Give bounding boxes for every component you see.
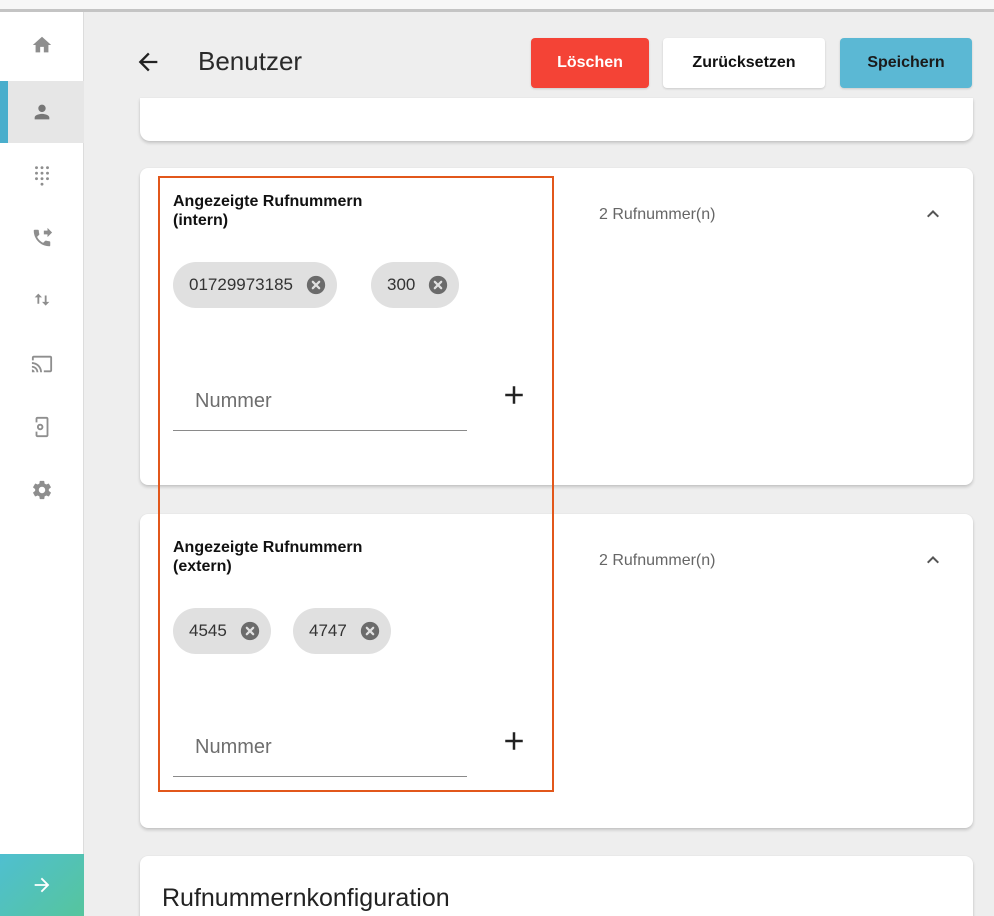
device-settings-icon [35, 416, 49, 438]
intern-number-input[interactable] [173, 373, 467, 431]
extern-collapse-toggle[interactable] [921, 548, 945, 572]
cancel-icon [360, 621, 379, 641]
top-bar [0, 0, 994, 12]
sidebar-item-users[interactable] [0, 81, 84, 143]
intern-add-number-button[interactable] [499, 380, 529, 410]
home-icon [32, 36, 52, 53]
number-chip[interactable]: 4545 [173, 608, 271, 654]
sidebar-item-settings[interactable] [0, 459, 84, 521]
previous-card [140, 98, 973, 141]
chip-remove-button[interactable] [239, 620, 261, 642]
cast-icon [31, 355, 53, 373]
extern-number-input[interactable] [173, 719, 467, 777]
extern-numbers-count: 2 Rufnummer(n) [599, 552, 716, 569]
intern-numbers-count: 2 Rufnummer(n) [599, 206, 716, 223]
chip-label: 4545 [189, 621, 227, 640]
sidebar [0, 12, 84, 916]
cancel-icon [240, 621, 259, 641]
cancel-icon [306, 275, 326, 295]
sidebar-expand-button[interactable] [0, 854, 84, 916]
extern-numbers-card: Angezeigte Rufnummern (extern) 2 Rufnumm… [140, 514, 973, 828]
swap-vert-icon [34, 293, 50, 306]
chip-label: 4747 [309, 621, 347, 640]
plus-icon [505, 732, 523, 750]
delete-button[interactable]: Löschen [531, 38, 649, 88]
page-title: Benutzer [198, 46, 303, 76]
chip-remove-button[interactable] [359, 620, 381, 642]
extern-numbers-label: Angezeigte Rufnummern (extern) [173, 539, 363, 575]
arrow-back-icon [138, 52, 158, 72]
sidebar-item-call-forwarding[interactable] [0, 207, 84, 269]
extern-add-number-button[interactable] [499, 726, 529, 756]
sidebar-item-home[interactable] [0, 14, 84, 76]
chip-remove-button[interactable] [305, 274, 327, 296]
chevron-up-icon [927, 556, 939, 564]
number-config-title: Rufnummernkonfiguration [162, 884, 450, 912]
chip-label: 300 [387, 275, 416, 294]
reset-button[interactable]: Zurücksetzen [663, 38, 825, 88]
arrow-forward-icon [34, 877, 50, 893]
number-chip[interactable]: 01729973185 [173, 262, 338, 308]
chip-label: 01729973185 [189, 275, 294, 294]
phone-forward-icon [33, 227, 53, 247]
sidebar-item-devices[interactable] [0, 396, 84, 458]
number-chip[interactable]: 300 [371, 262, 460, 308]
intern-numbers-label: Angezeigte Rufnummern (intern) [173, 193, 363, 229]
dialpad-icon [35, 166, 49, 186]
chip-remove-button[interactable] [427, 274, 449, 296]
plus-icon [505, 386, 523, 404]
intern-numbers-card: Angezeigte Rufnummern (intern) 2 Rufnumm… [140, 168, 973, 485]
number-config-card: Rufnummernkonfiguration [140, 856, 973, 916]
person-icon [34, 104, 50, 120]
sidebar-item-cast[interactable] [0, 333, 84, 395]
sidebar-item-dialpad[interactable] [0, 144, 84, 206]
chevron-up-icon [927, 210, 939, 218]
save-button[interactable]: Speichern [840, 38, 972, 88]
cancel-icon [429, 275, 448, 295]
number-chip[interactable]: 4747 [293, 608, 391, 654]
intern-collapse-toggle[interactable] [921, 202, 945, 226]
back-button[interactable] [134, 48, 162, 76]
gear-icon [33, 480, 51, 500]
sidebar-item-transfer[interactable] [0, 270, 84, 332]
